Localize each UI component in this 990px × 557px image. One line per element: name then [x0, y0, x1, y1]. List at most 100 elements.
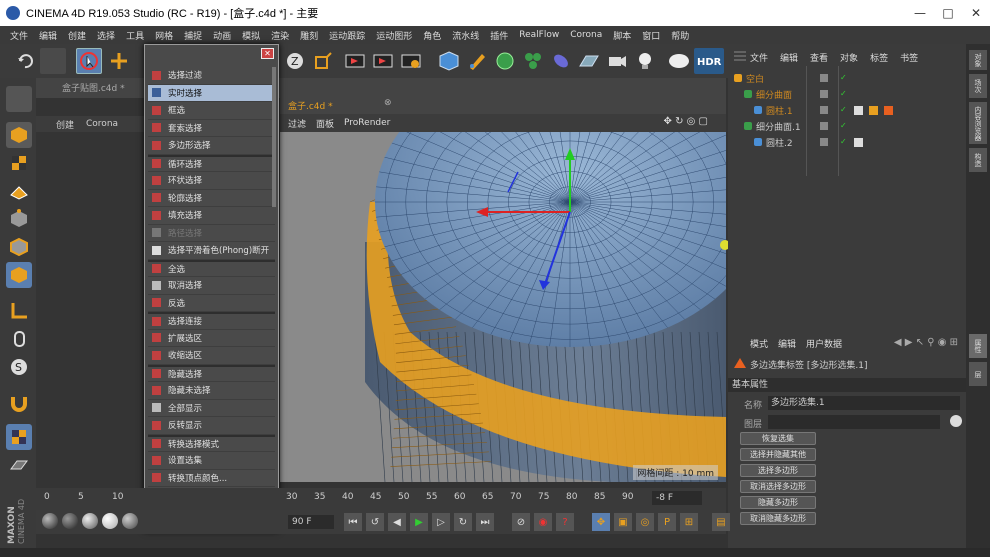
keyframe-selection-icon[interactable]: ?: [556, 513, 574, 531]
viewport-nav-icons[interactable]: ✥ ↻ ◎ ▢: [664, 116, 708, 127]
menu-item[interactable]: 流水线: [452, 29, 479, 42]
popup-menu-item[interactable]: 取消选择: [148, 277, 275, 295]
menu-item[interactable]: 编辑: [39, 29, 57, 42]
render-view-icon[interactable]: [342, 48, 368, 74]
popup-menu-item[interactable]: 隐藏选择: [148, 364, 275, 382]
object-row[interactable]: 细分曲面 ✓: [728, 86, 966, 102]
menu-item[interactable]: 网格: [155, 29, 173, 42]
render-settings-icon[interactable]: [398, 48, 424, 74]
material-swatch-icon[interactable]: [42, 513, 58, 529]
object-tag-icon[interactable]: [854, 137, 863, 147]
popup-menu-item[interactable]: 转换选择模式: [148, 434, 275, 452]
menu-item[interactable]: 渲染: [271, 29, 289, 42]
timeline[interactable]: 0 5 10 30 35 40 45 50 55 60 65 70 75 80 85 90 -8 F: [36, 488, 726, 510]
material-swatch-icon[interactable]: [62, 513, 78, 529]
attribute-action-button[interactable]: 选择并隐藏其他: [740, 448, 816, 461]
cloner-icon[interactable]: [520, 48, 546, 74]
popup-menu-item[interactable]: 收缩选区: [148, 347, 275, 365]
make-editable-icon[interactable]: [6, 86, 32, 112]
visibility-toggle-icon[interactable]: [820, 122, 828, 130]
right-tab[interactable]: 场次: [969, 74, 987, 98]
popup-menu-item[interactable]: 反选: [148, 295, 275, 312]
sky-icon[interactable]: [666, 48, 692, 74]
tweak-mode-icon[interactable]: [6, 326, 32, 352]
move-tool-icon[interactable]: [106, 48, 132, 74]
menu-item[interactable]: RealFlow: [519, 30, 559, 40]
workplane-mode-icon[interactable]: [6, 178, 32, 204]
close-window-button[interactable]: ✕: [962, 0, 990, 26]
layer-picker-icon[interactable]: [950, 415, 962, 427]
popup-menu-item[interactable]: 循环选择: [148, 154, 275, 172]
right-tab[interactable]: 层: [969, 362, 987, 386]
name-field[interactable]: 多边形选集.1: [768, 396, 960, 410]
popup-menu-item[interactable]: 选择连接: [148, 312, 275, 330]
attribute-menu-item[interactable]: 用户数据: [806, 337, 842, 350]
viewport-tab[interactable]: 盒子.c4d *: [288, 99, 333, 112]
popup-menu-item[interactable]: 选择平滑着色(Phong)断开: [148, 242, 275, 260]
attribute-action-button[interactable]: 选择多边形: [740, 464, 816, 477]
right-tab[interactable]: 对象: [969, 50, 987, 70]
key-parameter-icon[interactable]: P: [658, 513, 676, 531]
end-frame-field[interactable]: 90 F: [288, 515, 334, 529]
menu-item[interactable]: 脚本: [613, 29, 631, 42]
maximize-button[interactable]: □: [934, 0, 962, 26]
autokey-icon[interactable]: ◉: [534, 513, 552, 531]
menu-item[interactable]: 运动跟踪: [329, 29, 365, 42]
model-mode-icon[interactable]: [6, 122, 32, 148]
menu-item[interactable]: 文件: [10, 29, 28, 42]
viewport-menu-prorender[interactable]: ProRender: [344, 118, 390, 128]
popup-menu-item[interactable]: 多边形选择: [148, 137, 275, 155]
visibility-toggle-icon[interactable]: [820, 106, 828, 114]
enable-check-icon[interactable]: ✓: [840, 90, 848, 98]
previous-frame-icon[interactable]: ◀: [388, 513, 406, 531]
menu-item[interactable]: 工具: [126, 29, 144, 42]
visibility-toggle-icon[interactable]: [820, 138, 828, 146]
enable-check-icon[interactable]: ✓: [840, 122, 848, 130]
magnet-icon[interactable]: [6, 390, 32, 416]
key-scale-icon[interactable]: ▣: [614, 513, 632, 531]
viewport-menu-panel[interactable]: 面板: [316, 117, 334, 130]
popup-menu-item[interactable]: 轮廓选择: [148, 190, 275, 207]
object-menu-item[interactable]: 对象: [840, 51, 858, 64]
hdr-icon[interactable]: HDR: [694, 48, 724, 74]
material-swatch-icon[interactable]: [102, 513, 118, 529]
enable-check-icon[interactable]: ✓: [840, 106, 848, 114]
menu-item[interactable]: 雕刻: [300, 29, 318, 42]
enable-check-icon[interactable]: ✓: [840, 138, 848, 146]
pen-spline-icon[interactable]: [464, 48, 490, 74]
left-panel-tab[interactable]: 盒子贴图.c4d *: [62, 81, 125, 94]
3d-viewport[interactable]: 网格间距 : 10 mm: [280, 132, 726, 482]
points-mode-icon[interactable]: [6, 206, 32, 232]
object-row[interactable]: 空白 ✓: [728, 70, 966, 86]
enable-axis-icon[interactable]: [6, 298, 32, 324]
floor-icon[interactable]: [576, 48, 602, 74]
material-swatch-icon[interactable]: [122, 513, 138, 529]
redo-icon[interactable]: [40, 48, 66, 74]
live-selection-tool-icon[interactable]: [76, 48, 102, 74]
popup-menu-item[interactable]: 设置选集: [148, 452, 275, 470]
minimize-button[interactable]: —: [906, 0, 934, 26]
play-icon[interactable]: ▶: [410, 513, 428, 531]
next-key-icon[interactable]: ↻: [454, 513, 472, 531]
deformer-icon[interactable]: [548, 48, 574, 74]
attribute-action-button[interactable]: 取消隐藏多边形: [740, 512, 816, 525]
attribute-nav-icons[interactable]: ◀ ▶ ↖ ⚲ ◉ ⊞: [894, 337, 958, 348]
go-to-end-icon[interactable]: ⏭: [476, 513, 494, 531]
popup-menu-item[interactable]: 填充选择: [148, 207, 275, 225]
render-picture-viewer-icon[interactable]: [370, 48, 396, 74]
menu-item[interactable]: 插件: [490, 29, 508, 42]
popup-menu-item[interactable]: 选择过滤: [148, 67, 275, 85]
right-tab[interactable]: 属性: [969, 334, 987, 358]
right-tab[interactable]: 构造: [969, 148, 987, 172]
popup-scrollbar[interactable]: [272, 67, 276, 207]
go-to-start-icon[interactable]: ⏮: [344, 513, 362, 531]
popup-menu-item[interactable]: 套索选择: [148, 120, 275, 137]
enable-check-icon[interactable]: ✓: [840, 74, 848, 82]
attribute-action-button[interactable]: 恢复选集: [740, 432, 816, 445]
snap-icon[interactable]: S: [6, 354, 32, 380]
material-swatch-icon[interactable]: [82, 513, 98, 529]
popup-menu-item[interactable]: 全部显示: [148, 400, 275, 417]
popup-menu-item[interactable]: 扩展选区: [148, 330, 275, 347]
popup-menu-item[interactable]: 反转显示: [148, 417, 275, 435]
menu-item[interactable]: 捕捉: [184, 29, 202, 42]
